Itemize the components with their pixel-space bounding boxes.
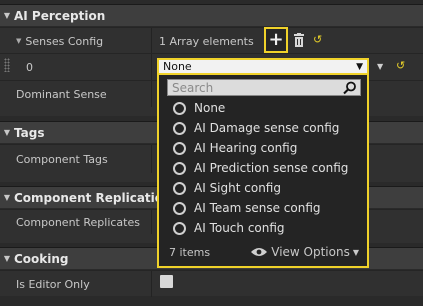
option-ai-sight-config[interactable]: AI Sight config (159, 178, 367, 198)
component-replicates-name: Component Replicates (0, 210, 152, 234)
category-ai-perception[interactable]: ▼ AI Perception (0, 4, 423, 26)
senses-config-name: ▼ Senses Config (0, 28, 152, 54)
option-label: AI Prediction sense config (194, 161, 349, 175)
is-editor-only-checkbox[interactable] (160, 275, 173, 288)
radio-icon (173, 121, 186, 135)
option-label: AI Damage sense config (194, 121, 340, 135)
plus-icon: + (268, 29, 284, 50)
chevron-down-icon: ▼ (356, 62, 363, 72)
collapse-arrow-icon: ▼ (3, 11, 11, 20)
expand-arrow-icon[interactable]: ▼ (16, 37, 21, 45)
eye-icon (251, 248, 268, 256)
component-tags-name: Component Tags (0, 145, 152, 173)
senses-config-value: 1 Array elements (153, 28, 423, 54)
index-0-label: 0 (26, 61, 33, 74)
add-element-button[interactable]: + (264, 27, 288, 53)
option-none[interactable]: None (159, 98, 367, 118)
index-0-name: 0 (0, 54, 152, 81)
radio-icon (173, 201, 186, 215)
component-tags-label: Component Tags (16, 152, 108, 166)
radio-icon (173, 161, 186, 175)
option-label: AI Hearing config (194, 141, 298, 155)
option-label: None (194, 101, 226, 115)
option-label: AI Team sense config (194, 201, 321, 215)
row-is-editor-only: Is Editor Only (0, 270, 423, 297)
array-elements-count: 1 Array elements (159, 34, 254, 48)
category-title: AI Perception (14, 8, 106, 23)
option-ai-team-sense-config[interactable]: AI Team sense config (159, 198, 367, 218)
category-title: Tags (14, 125, 45, 140)
collapse-arrow-icon: ▼ (3, 193, 11, 202)
is-editor-only-name: Is Editor Only (0, 271, 152, 297)
is-editor-only-label: Is Editor Only (16, 277, 90, 291)
category-title: Component Replication (14, 190, 172, 205)
option-ai-hearing-config[interactable]: AI Hearing config (159, 138, 367, 158)
dominant-sense-label: Dominant Sense (16, 87, 107, 101)
chevron-down-icon: ▼ (352, 247, 359, 257)
view-options-button[interactable]: View Options ▼ (251, 245, 359, 259)
combo-selected-value: None (163, 60, 192, 73)
dropdown-footer: 7 items View Options ▼ (159, 242, 367, 262)
radio-icon (173, 141, 186, 155)
option-label: AI Sight config (194, 181, 281, 195)
category-title: Cooking (14, 251, 69, 266)
trash-icon[interactable] (293, 33, 305, 47)
radio-icon (173, 101, 186, 115)
element-reset-arrow-icon[interactable]: ↺ (396, 59, 405, 72)
element-menu-arrow-icon[interactable]: ▼ (377, 62, 383, 71)
dominant-sense-name: Dominant Sense (0, 81, 152, 107)
view-options-label: View Options (271, 245, 350, 259)
search-input[interactable]: Search (167, 79, 361, 96)
sense-class-dropdown: Search None AI Damage sense config AI He… (157, 75, 369, 268)
collapse-arrow-icon: ▼ (3, 128, 11, 137)
radio-icon (173, 221, 186, 235)
reset-arrow-icon[interactable]: ↺ (313, 33, 322, 46)
option-ai-damage-sense-config[interactable]: AI Damage sense config (159, 118, 367, 138)
radio-icon (173, 181, 186, 195)
item-count: 7 items (169, 245, 211, 259)
details-panel: ▼ AI Perception ▼ Senses Config 1 Array … (0, 0, 423, 306)
option-label: AI Touch config (194, 221, 285, 235)
sense-combo-box[interactable]: None ▼ (157, 58, 369, 75)
collapse-arrow-icon: ▼ (3, 254, 11, 263)
option-ai-touch-config[interactable]: AI Touch config (159, 218, 367, 238)
option-ai-prediction-sense-config[interactable]: AI Prediction sense config (159, 158, 367, 178)
magnifier-icon (343, 81, 356, 95)
senses-config-label: Senses Config (25, 34, 104, 48)
search-placeholder: Search (172, 80, 214, 95)
drag-handle-icon[interactable] (4, 58, 10, 72)
row-senses-config: ▼ Senses Config 1 Array elements (0, 27, 423, 54)
component-replicates-label: Component Replicates (16, 215, 140, 229)
